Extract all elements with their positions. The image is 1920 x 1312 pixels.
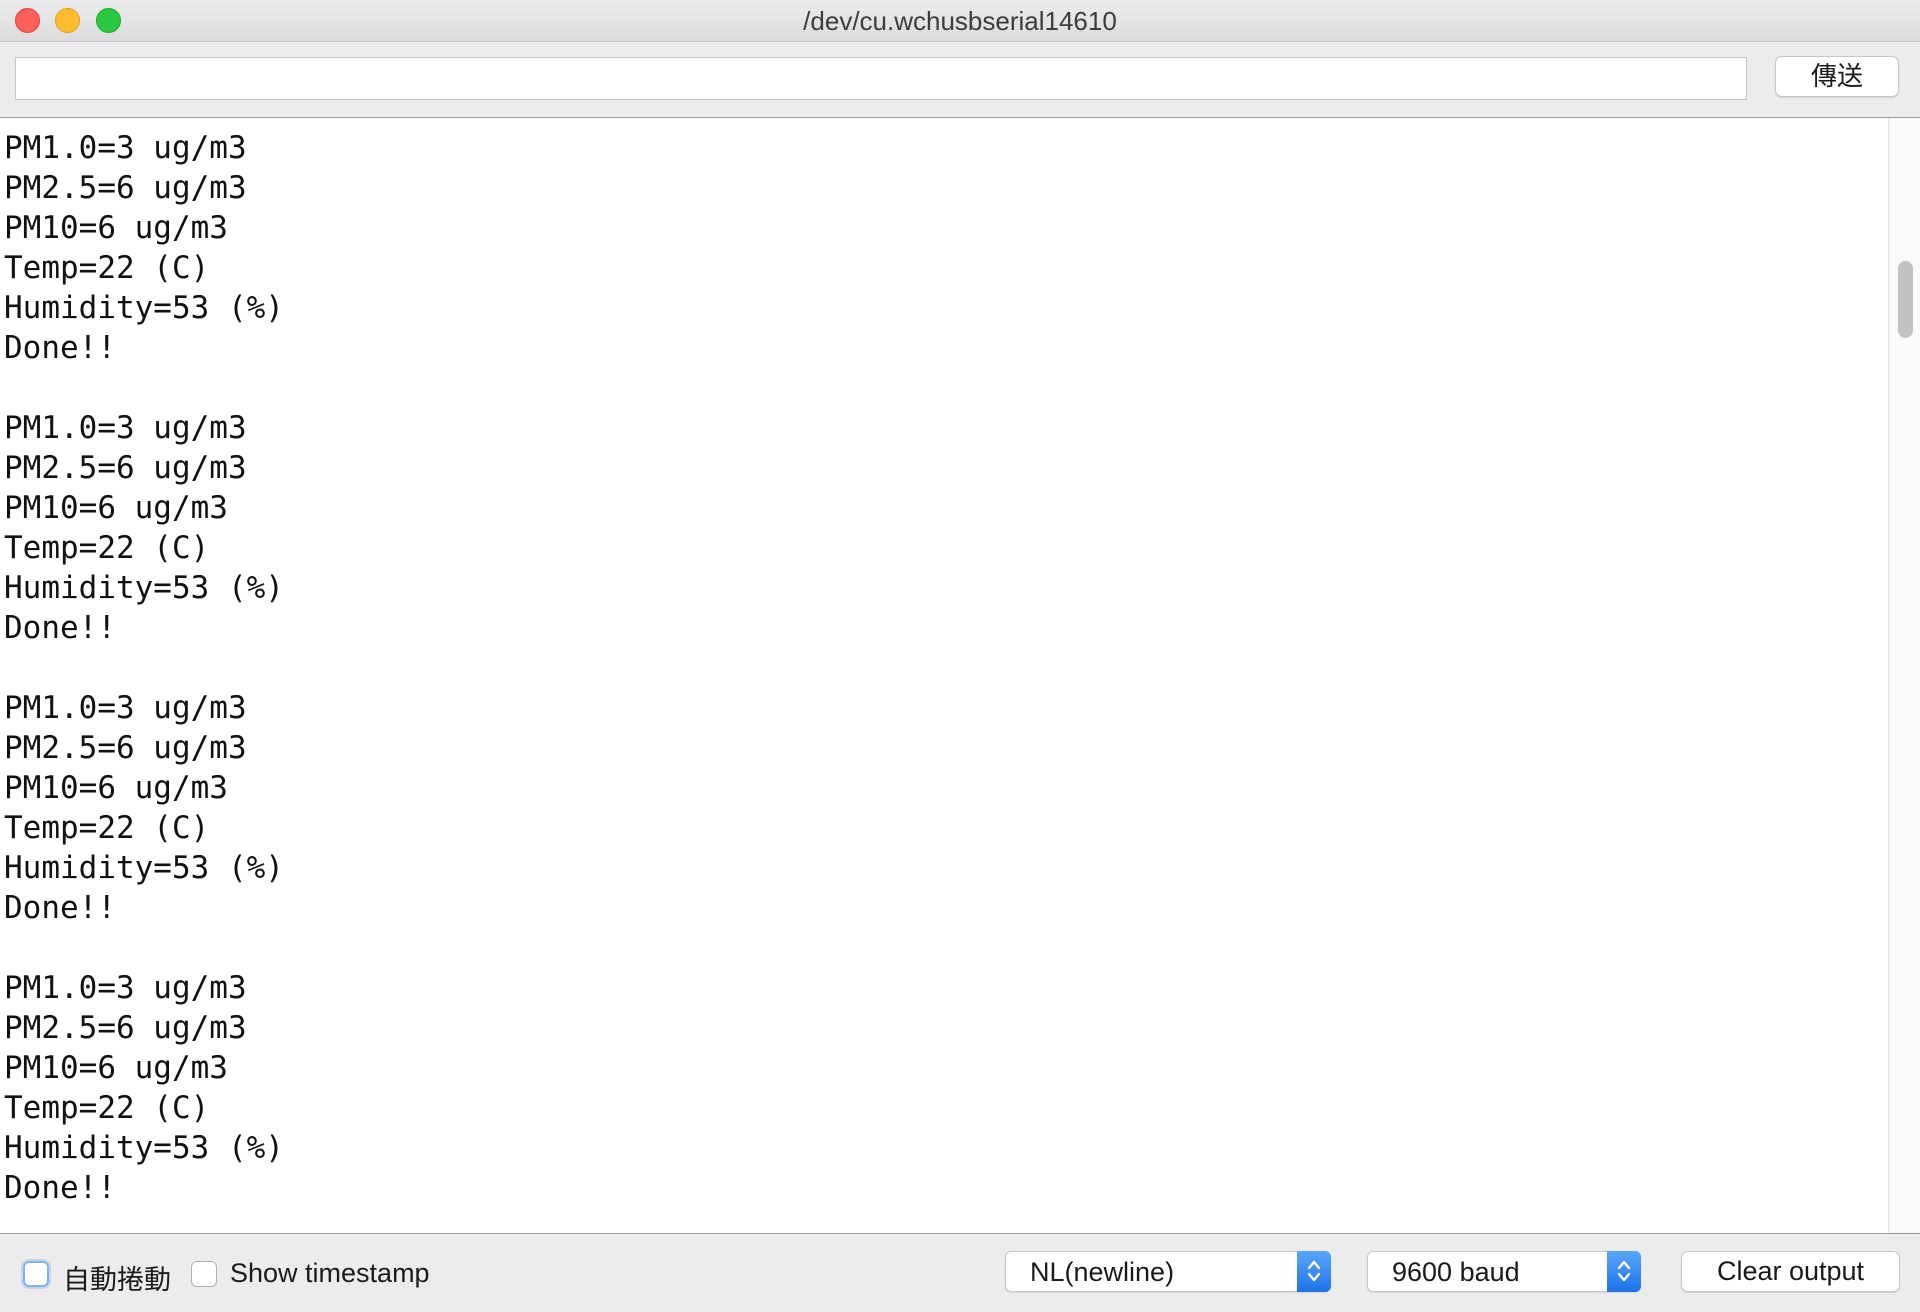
output-line: Done!!: [4, 1170, 116, 1206]
output-line: Temp=22 (C): [4, 810, 210, 846]
select-stepper-icon: [1297, 1251, 1331, 1292]
output-line: PM2.5=6 ug/m3: [4, 450, 247, 486]
output-line: PM10=6 ug/m3: [4, 1050, 228, 1086]
output-line: Humidity=53 (%): [4, 850, 284, 886]
output-line: Humidity=53 (%): [4, 570, 284, 606]
output-line: PM1.0=3 ug/m3: [4, 690, 247, 726]
output-line: Temp=22 (C): [4, 1090, 210, 1126]
output-line: Humidity=53 (%): [4, 1130, 284, 1166]
serial-send-input[interactable]: [15, 57, 1747, 100]
output-line: PM2.5=6 ug/m3: [4, 1010, 247, 1046]
output-line: PM10=6 ug/m3: [4, 210, 228, 246]
baud-rate-value: 9600 baud: [1392, 1257, 1520, 1287]
serial-output-text: PM1.0=3 ug/m3 PM2.5=6 ug/m3 PM10=6 ug/m3 Te…: [4, 128, 1874, 1208]
output-line: PM2.5=6 ug/m3: [4, 730, 247, 766]
output-line: Done!!: [4, 610, 116, 646]
title-bar: /dev/cu.wchusbserial14610: [0, 0, 1920, 42]
line-ending-select[interactable]: NL(newline): [1005, 1251, 1331, 1292]
output-line: Temp=22 (C): [4, 250, 210, 286]
vertical-scrollbar[interactable]: [1888, 118, 1920, 1233]
autoscroll-checkbox[interactable]: [23, 1261, 49, 1287]
scrollbar-thumb[interactable]: [1898, 261, 1913, 338]
output-line: PM1.0=3 ug/m3: [4, 410, 247, 446]
send-button[interactable]: 傳送: [1775, 56, 1899, 97]
output-line: Done!!: [4, 890, 116, 926]
clear-output-button[interactable]: Clear output: [1681, 1251, 1900, 1292]
show-timestamp-checkbox[interactable]: [191, 1261, 217, 1287]
output-line: Done!!: [4, 330, 116, 366]
output-line: PM1.0=3 ug/m3: [4, 130, 247, 166]
serial-output-area[interactable]: PM1.0=3 ug/m3 PM2.5=6 ug/m3 PM10=6 ug/m3 Te…: [0, 117, 1920, 1234]
select-stepper-icon: [1607, 1251, 1641, 1292]
footer-bar: 自動捲動 Show timestamp NL(newline) 9600 bau…: [0, 1234, 1920, 1312]
output-line: PM1.0=3 ug/m3: [4, 970, 247, 1006]
baud-rate-select[interactable]: 9600 baud: [1367, 1251, 1641, 1292]
output-line: PM2.5=6 ug/m3: [4, 170, 247, 206]
serial-monitor-window: /dev/cu.wchusbserial14610 傳送 PM1.0=3 ug/…: [0, 0, 1920, 1312]
output-line: PM10=6 ug/m3: [4, 770, 228, 806]
output-line: PM10=6 ug/m3: [4, 490, 228, 526]
autoscroll-label[interactable]: 自動捲動: [63, 1258, 171, 1297]
show-timestamp-label[interactable]: Show timestamp: [230, 1258, 430, 1289]
window-title: /dev/cu.wchusbserial14610: [803, 6, 1117, 36]
output-line: Temp=22 (C): [4, 530, 210, 566]
output-line: Humidity=53 (%): [4, 290, 284, 326]
line-ending-value: NL(newline): [1030, 1257, 1175, 1287]
